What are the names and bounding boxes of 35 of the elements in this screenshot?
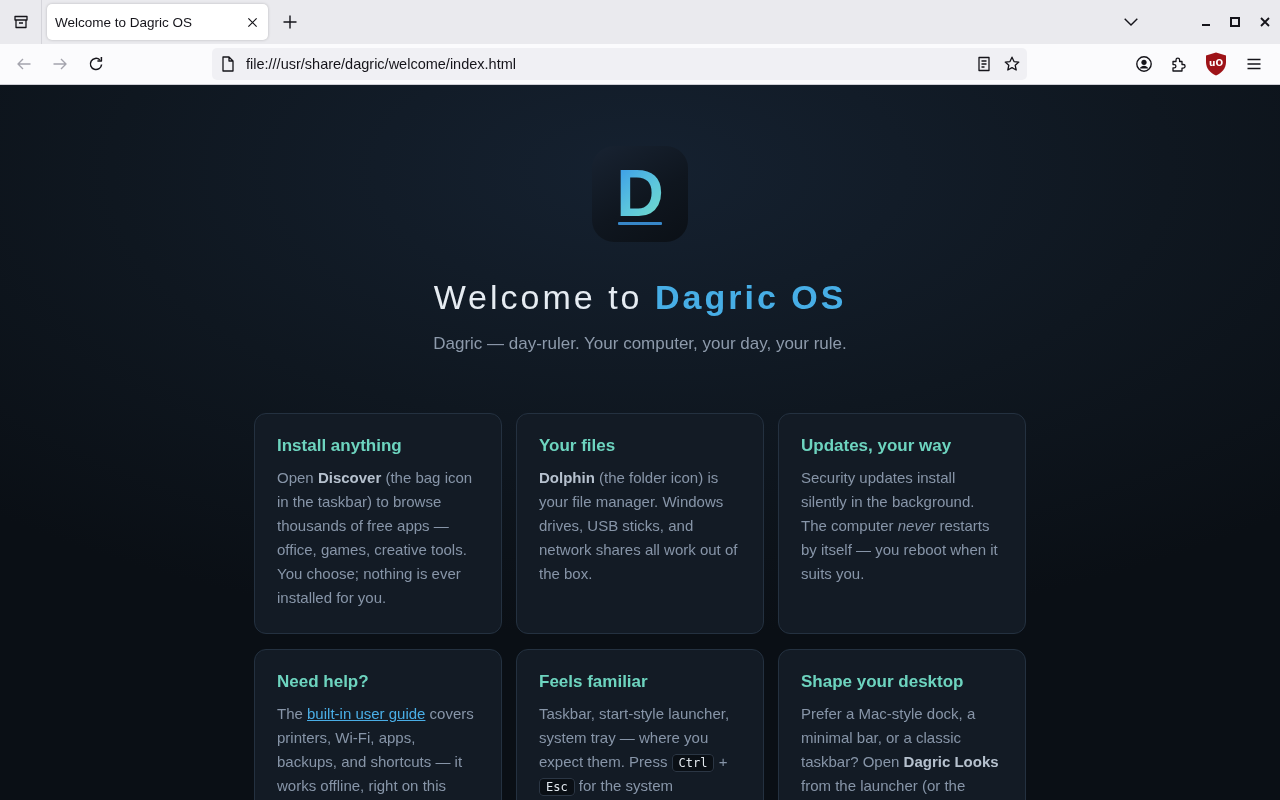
plus-icon[interactable] — [283, 15, 297, 29]
page-icon — [221, 56, 235, 72]
box-icon[interactable] — [12, 14, 29, 30]
close-icon[interactable] — [247, 16, 258, 28]
card-title: Need help? — [277, 671, 370, 693]
keyboard-key: Ctrl — [671, 754, 715, 772]
address-bar[interactable]: file:///usr/share/dagric/welcome/index.html — [212, 48, 1027, 80]
logo-underline — [618, 222, 662, 225]
bookmark-star-icon[interactable] — [1004, 56, 1020, 72]
close-icon[interactable] — [1260, 17, 1270, 27]
card-text: Prefer a Mac-style dock, a minimal bar, or a classic taskbar? Open Dagric Looks from the launcher (or the — [801, 704, 1000, 796]
shield-extension-icon[interactable]: uO — [1205, 52, 1227, 76]
browser-tab[interactable]: Welcome to Dagric OS — [47, 4, 268, 40]
user-guide-link[interactable]: built-in user guide — [307, 705, 426, 722]
url-input[interactable]: file:///usr/share/dagric/welcome/index.html — [246, 54, 976, 74]
account-icon[interactable] — [1136, 56, 1152, 72]
menu-icon[interactable] — [1246, 56, 1262, 72]
chevron-down-icon[interactable] — [1124, 18, 1138, 26]
puzzle-piece-icon[interactable] — [1171, 56, 1187, 72]
card-text: Security updates install silently in the background. The computer never restarts by itself — you reboot when it suits you. — [801, 468, 999, 584]
card-text: The built-in user guide covers printers, Wi-Fi, apps, backups, and shortcuts — it works offline, right on this — [277, 704, 475, 796]
card-text: Taskbar, start-style launcher, system tray — where you expect them. Press Ctrl + Esc for the system — [539, 704, 731, 798]
card-title: Updates, your way — [801, 435, 953, 457]
card-text: Dolphin (the folder icon) is your file manager. Windows drives, USB sticks, and network shares all work out of the box. — [539, 468, 739, 584]
card-text: Open Discover (the bag icon in the taskbar) to browse thousands of free apps — office, games, creative tools. You choose; nothing is ever installed for you. — [277, 468, 474, 608]
welcome-heading: Welcome to Dagric OS — [433, 277, 847, 318]
card-title: Install anything — [277, 435, 403, 457]
reload-icon[interactable] — [88, 56, 104, 72]
maximize-icon[interactable] — [1230, 17, 1240, 27]
card-title: Feels familiar — [539, 671, 649, 693]
card-title: Shape your desktop — [801, 671, 965, 693]
card-title: Your files — [539, 435, 617, 457]
reader-view-icon[interactable] — [976, 56, 992, 72]
tagline: Dagric — day-ruler. Your computer, your day, your rule. — [433, 333, 847, 355]
keyboard-key: Esc — [539, 778, 575, 796]
